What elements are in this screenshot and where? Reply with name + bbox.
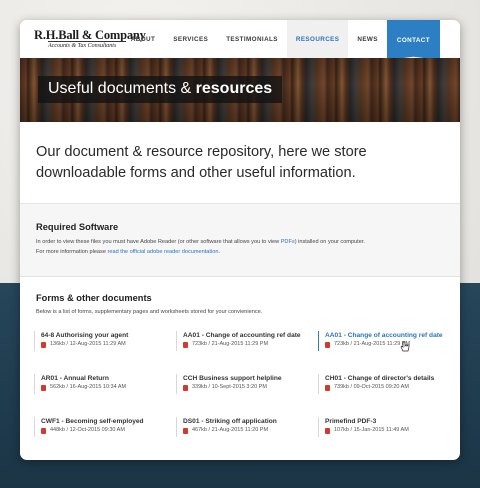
document-meta-text: 107kb / 15-Jan-2015 11:49 AM — [334, 427, 409, 433]
document-meta: 562kb / 16-Aug-2015 10:34 AM — [41, 383, 164, 392]
pdf-icon — [183, 427, 188, 434]
document-item-hovered[interactable]: AA01 - Change of accounting ref date 723… — [318, 331, 448, 352]
nav-news[interactable]: NEWS — [348, 20, 387, 58]
software-line-2-end: . — [218, 249, 220, 255]
software-text: In order to view these files you must ha… — [36, 237, 446, 257]
document-meta: 339kb / 10-Sept-2015 3:20 PM — [183, 383, 306, 392]
document-title[interactable]: AA01 - Change of accounting ref date — [325, 331, 448, 340]
document-title[interactable]: CCH Business support helpline — [183, 374, 306, 383]
document-meta-text: 136kb / 12-Aug-2015 11:29 AM — [50, 341, 126, 347]
document-item[interactable]: 64-8 Authorising your agent 136kb / 12-A… — [34, 331, 164, 351]
nav-services[interactable]: SERVICES — [164, 20, 217, 58]
nav-resources[interactable]: RESOURCES — [286, 20, 349, 58]
document-title[interactable]: DS01 - Striking off application — [183, 417, 306, 426]
software-line-1-text: In order to view these files you must ha… — [36, 239, 281, 245]
site-header: R.H.Ball & Company Accounts & Tax Consul… — [20, 20, 460, 60]
document-meta-text: 448kb / 12-Oct-2015 09:30 AM — [50, 427, 125, 433]
pdf-icon — [41, 384, 46, 391]
hero-title-light: Useful documents & — [48, 80, 192, 97]
pdf-icon — [183, 341, 188, 348]
document-list: 64-8 Authorising your agent 136kb / 12-A… — [34, 331, 444, 437]
logo-subtitle: Accounts & Tax Consultants — [48, 41, 126, 50]
document-meta-text: 723kb / 21-Aug-2015 11:29 PM — [192, 341, 269, 347]
document-item[interactable]: DS01 - Striking off application 467kb / … — [176, 417, 306, 437]
adobe-docs-link[interactable]: read the official adobe reader documenta… — [108, 249, 219, 255]
document-item[interactable]: Primefind PDF-3 107kb / 15-Jan-2015 11:4… — [318, 417, 448, 437]
documents-title: Forms & other documents — [36, 293, 152, 303]
document-meta-text: 467kb / 21-Aug-2015 11:20 PM — [192, 427, 269, 433]
document-meta: 136kb / 12-Aug-2015 11:29 AM — [41, 340, 164, 349]
site-window: R.H.Ball & Company Accounts & Tax Consul… — [20, 20, 460, 460]
documents-description: Below is a list of forms, supplementary … — [36, 309, 263, 315]
pdf-icon — [183, 384, 188, 391]
document-title[interactable]: AA01 - Change of accounting ref date — [183, 331, 306, 340]
document-title[interactable]: Primefind PDF-3 — [325, 417, 448, 426]
document-meta: 723kb / 21-Aug-2015 11:29 PM — [183, 340, 306, 349]
document-item[interactable]: CWF1 - Becoming self-employed 448kb / 12… — [34, 417, 164, 437]
document-meta: 723kb / 21-Aug-2015 11:29 PM — [325, 340, 448, 349]
pdf-icon — [41, 341, 46, 348]
document-title[interactable]: CWF1 - Becoming self-employed — [41, 417, 164, 426]
document-meta: 107kb / 15-Jan-2015 11:49 AM — [325, 426, 448, 435]
document-meta: 448kb / 12-Oct-2015 09:30 AM — [41, 426, 164, 435]
document-item[interactable]: CCH Business support helpline 339kb / 10… — [176, 374, 306, 394]
section-title: Required Software — [36, 222, 119, 232]
hero-title: Useful documents & resources — [38, 76, 283, 103]
pdf-icon — [41, 427, 46, 434]
document-item[interactable]: CH01 - Change of director's details 739k… — [318, 374, 448, 394]
hero-title-bold: resources — [195, 80, 273, 97]
software-line-2: For more information please read the off… — [36, 247, 446, 257]
document-meta-text: 562kb / 16-Aug-2015 10:34 AM — [50, 384, 127, 390]
document-item[interactable]: AR01 - Annual Return 562kb / 16-Aug-2015… — [34, 374, 164, 394]
nav-testimonials[interactable]: TESTIMONIALS — [217, 20, 287, 58]
document-meta-text: 723kb / 21-Aug-2015 11:29 PM — [334, 341, 411, 347]
pdfs-link[interactable]: PDFs — [281, 239, 295, 245]
required-software-section: Required Software In order to view these… — [20, 204, 460, 276]
intro-text: Our document & resource repository, here… — [36, 144, 367, 181]
main-nav: ABOUT SERVICES TESTIMONIALS RESOURCES NE… — [122, 20, 440, 60]
document-meta: 739kb / 09-Oct-2015 09:20 AM — [325, 383, 448, 392]
nav-about[interactable]: ABOUT — [122, 20, 164, 58]
software-line-2-text: For more information please — [36, 249, 108, 255]
pointer-hand-icon — [400, 341, 410, 352]
pdf-icon — [325, 427, 330, 434]
document-item[interactable]: AA01 - Change of accounting ref date 723… — [176, 331, 306, 351]
nav-contact[interactable]: CONTACT — [386, 20, 440, 60]
software-line-1: In order to view these files you must ha… — [36, 237, 446, 247]
pdf-icon — [325, 384, 330, 391]
document-title[interactable]: CH01 - Change of director's details — [325, 374, 448, 383]
document-meta-text: 739kb / 09-Oct-2015 09:20 AM — [334, 384, 409, 390]
document-title[interactable]: AR01 - Annual Return — [41, 374, 164, 383]
divider — [20, 276, 460, 277]
document-title[interactable]: 64-8 Authorising your agent — [41, 331, 164, 340]
document-meta: 467kb / 21-Aug-2015 11:20 PM — [183, 426, 306, 435]
document-meta-text: 339kb / 10-Sept-2015 3:20 PM — [192, 384, 267, 390]
pdf-icon — [325, 341, 330, 348]
software-line-1-end: ) installed on your computer. — [294, 239, 365, 245]
